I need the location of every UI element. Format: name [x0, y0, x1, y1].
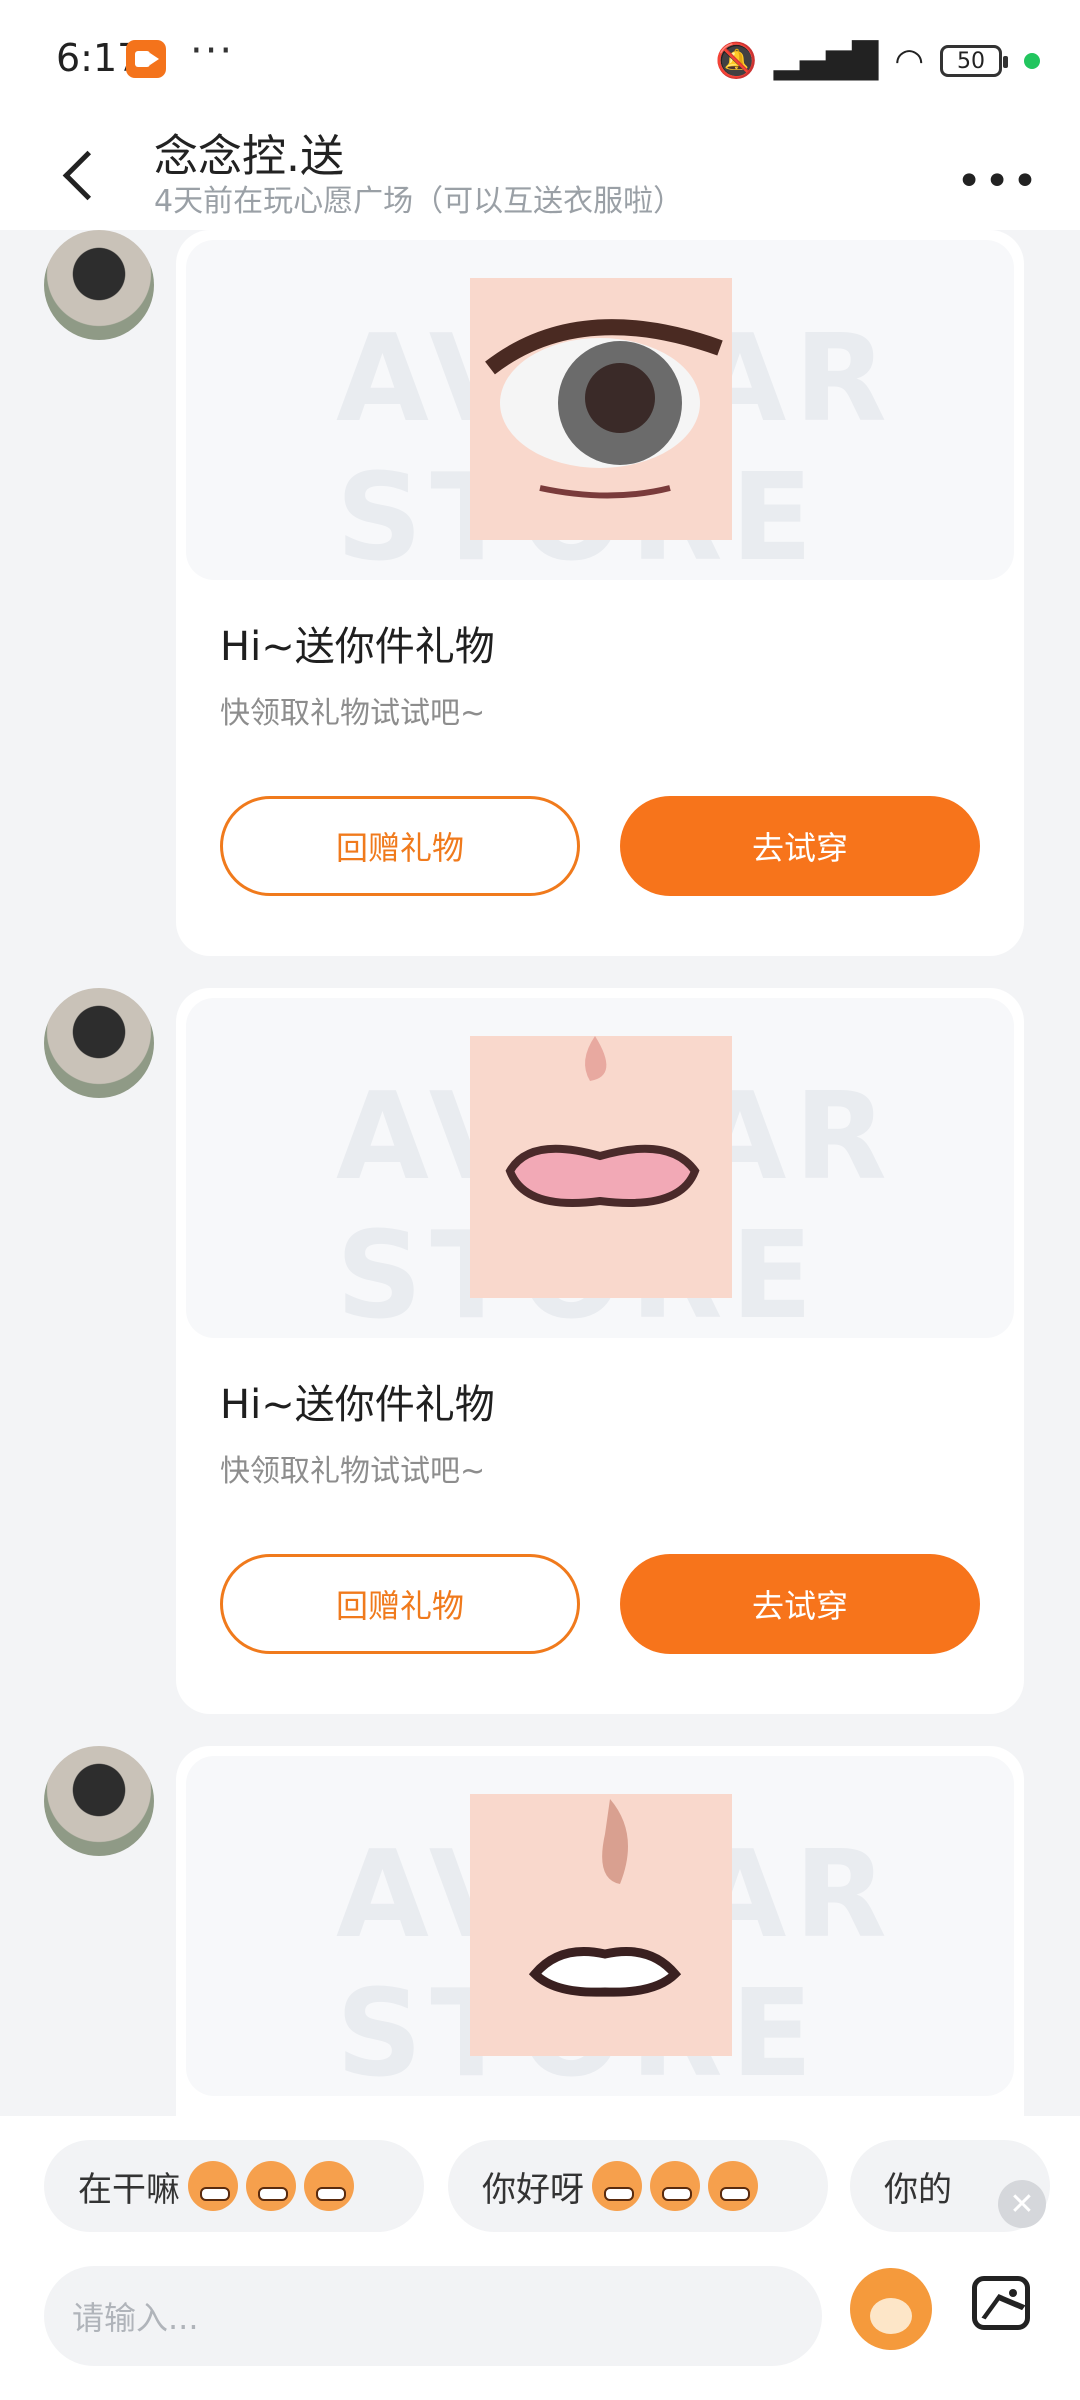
chat-header: 念念控.送 4天前在玩心愿广场（可以互送衣服啦） ••• — [0, 120, 1080, 230]
mouth-icon — [470, 1794, 732, 2056]
gift-card: AVATAR STORE — [176, 1746, 1024, 2120]
surprised-emoji-icon — [650, 2161, 700, 2211]
gift-preview[interactable]: AVATAR STORE — [186, 1756, 1014, 2096]
battery-icon: 50 — [940, 45, 1008, 77]
mute-bell-icon: 🔕 — [715, 41, 758, 81]
surprised-emoji-icon — [708, 2161, 758, 2211]
screen-record-icon — [126, 40, 166, 78]
quick-reply-text: 在干嘛 — [78, 2169, 180, 2210]
quick-reply-text: 你好呀 — [482, 2169, 584, 2210]
gift-title: Hi~送你件礼物 — [220, 1382, 495, 1428]
hd-signal-icon: ▂▄▆█ — [773, 41, 879, 81]
wifi-icon: ◠ — [894, 41, 924, 81]
surprised-emoji-icon — [592, 2161, 642, 2211]
battery-level: 50 — [957, 48, 985, 74]
more-options-icon[interactable]: ••• — [956, 156, 1040, 207]
gift-card: AVATAR STORE Hi~送你件礼物 快领取礼物试试吧~ 回赠礼物 去试穿 — [176, 230, 1024, 956]
composer-area: 在干嘛 你好呀 你的 ✕ 请输入... — [0, 2116, 1080, 2400]
close-icon[interactable]: ✕ — [998, 2180, 1046, 2228]
mouth-icon — [470, 1036, 732, 1298]
image-icon[interactable] — [972, 2276, 1030, 2330]
gift-description: 快领取礼物试试吧~ — [220, 1454, 486, 1489]
message-list[interactable]: AVATAR STORE Hi~送你件礼物 快领取礼物试试吧~ 回赠礼物 去试穿… — [0, 230, 1080, 2120]
try-on-button[interactable]: 去试穿 — [620, 1554, 980, 1654]
sticker-mascot-icon[interactable] — [850, 2268, 932, 2350]
avatar[interactable] — [44, 230, 154, 340]
input-placeholder: 请输入... — [72, 2299, 199, 2337]
message-input[interactable]: 请输入... — [44, 2266, 822, 2366]
grin-emoji-icon — [304, 2161, 354, 2211]
status-more-dots: ··· — [190, 28, 235, 74]
quick-replies: 在干嘛 你好呀 你的 ✕ — [0, 2140, 1080, 2236]
back-icon[interactable] — [60, 148, 100, 202]
avatar[interactable] — [44, 988, 154, 1098]
quick-reply-text: 你的 — [884, 2169, 952, 2210]
try-on-button[interactable]: 去试穿 — [620, 796, 980, 896]
return-gift-button[interactable]: 回赠礼物 — [220, 796, 580, 896]
privacy-dot-icon — [1024, 53, 1040, 69]
grin-emoji-icon — [188, 2161, 238, 2211]
quick-reply-chip[interactable]: 在干嘛 — [44, 2140, 424, 2232]
chat-subtitle: 4天前在玩心愿广场（可以互送衣服啦） — [154, 184, 684, 219]
gift-preview[interactable]: AVATAR STORE — [186, 240, 1014, 580]
gift-title: Hi~送你件礼物 — [220, 624, 495, 670]
status-icons: 🔕 ▂▄▆█ ◠ 50 — [715, 38, 1040, 84]
gift-description: 快领取礼物试试吧~ — [220, 696, 486, 731]
chat-title: 念念控.送 — [154, 131, 344, 182]
grin-emoji-icon — [246, 2161, 296, 2211]
gift-preview[interactable]: AVATAR STORE — [186, 998, 1014, 1338]
avatar[interactable] — [44, 1746, 154, 1856]
return-gift-button[interactable]: 回赠礼物 — [220, 1554, 580, 1654]
eye-icon — [470, 278, 732, 540]
status-bar: 6:17 ··· 🔕 ▂▄▆█ ◠ 50 — [0, 0, 1080, 120]
quick-reply-chip[interactable]: 你好呀 — [448, 2140, 828, 2232]
gift-card: AVATAR STORE Hi~送你件礼物 快领取礼物试试吧~ 回赠礼物 去试穿 — [176, 988, 1024, 1714]
